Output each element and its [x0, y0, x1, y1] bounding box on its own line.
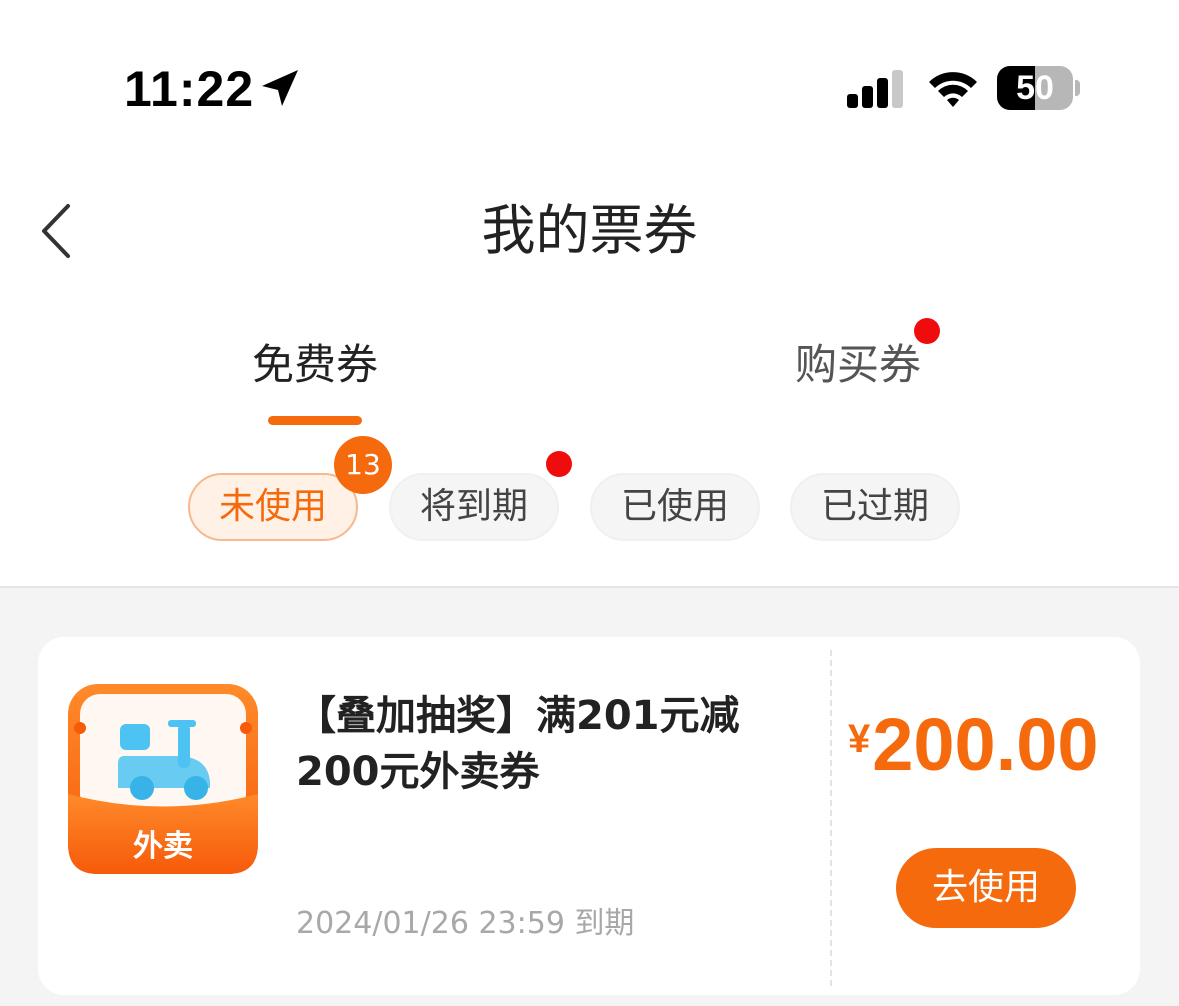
- notification-dot: [546, 451, 572, 477]
- page-title: 我的票券: [481, 199, 698, 262]
- unused-count-badge: 13: [334, 436, 392, 494]
- tab-purchased-coupons[interactable]: 购买券: [795, 336, 921, 394]
- signal-icon: [847, 70, 903, 108]
- price-currency: ¥: [848, 717, 871, 761]
- takeout-scooter-icon: 外卖: [68, 684, 258, 874]
- coupon-divider: [830, 650, 832, 986]
- use-coupon-button[interactable]: 去使用: [896, 848, 1076, 928]
- tab-free-coupons[interactable]: 免费券: [252, 336, 378, 394]
- battery-icon: 50: [997, 66, 1081, 110]
- notification-dot: [914, 318, 940, 344]
- takeout-icon-label: 外卖: [133, 829, 193, 864]
- filter-expired[interactable]: 已过期: [790, 473, 960, 541]
- price-amount: 200.00: [872, 703, 1099, 786]
- wifi-icon: [929, 72, 977, 107]
- coupon-title: 【叠加抽奖】满201元减200元外卖券: [296, 693, 740, 795]
- coupon-expiry: 2024/01/26 23:59 到期: [296, 906, 635, 941]
- coupon-price: ¥200.00: [848, 702, 1128, 788]
- battery-level: 50: [1016, 69, 1054, 107]
- status-time: 11:22: [124, 61, 255, 117]
- status-bar: 11:22 50: [0, 0, 1179, 180]
- filter-used[interactable]: 已使用: [590, 473, 760, 541]
- location-arrow-icon: [262, 70, 298, 106]
- tab-active-indicator: [268, 416, 362, 425]
- filter-expiring[interactable]: 将到期: [389, 473, 559, 541]
- filter-unused[interactable]: 未使用: [188, 473, 358, 541]
